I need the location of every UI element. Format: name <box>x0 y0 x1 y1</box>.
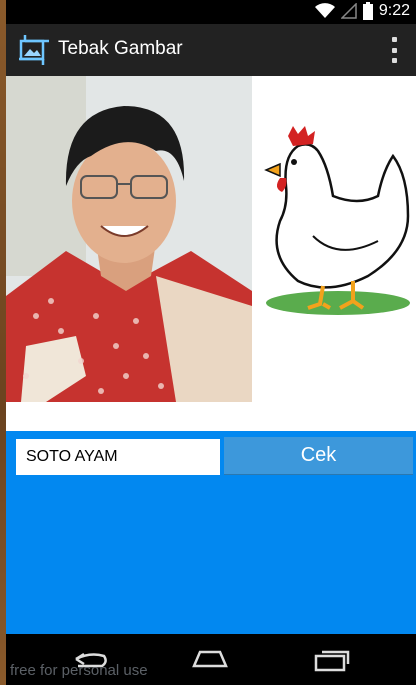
battery-icon <box>362 2 373 20</box>
answer-panel: Cek <box>6 431 416 634</box>
home-icon[interactable] <box>190 644 230 674</box>
cek-button[interactable]: Cek <box>224 437 413 475</box>
photo-crop-icon[interactable] <box>19 35 49 65</box>
recents-icon[interactable] <box>312 644 352 674</box>
person-photo <box>6 76 252 402</box>
overflow-menu-icon[interactable] <box>392 37 398 63</box>
image-area <box>6 76 416 431</box>
status-bar: 9:22 <box>6 0 416 24</box>
watermark-text: free for personal use <box>10 662 148 679</box>
chicken-illustration <box>264 126 410 315</box>
app-title: Tebak Gambar <box>58 38 183 59</box>
clock: 9:22 <box>378 2 410 19</box>
signal-icon <box>340 3 357 19</box>
wifi-icon <box>314 3 335 18</box>
action-bar: Tebak Gambar <box>6 24 416 76</box>
answer-input[interactable] <box>16 439 220 475</box>
